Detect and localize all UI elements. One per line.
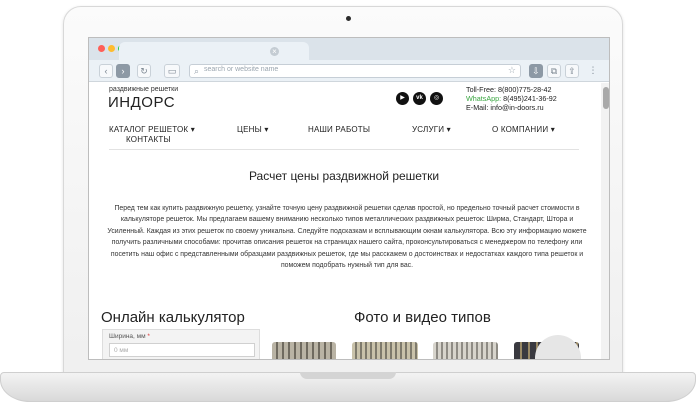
- email-contact[interactable]: E-Mail: info@in-doors.ru: [466, 103, 557, 112]
- nav-about[interactable]: О КОМПАНИИ ▾: [492, 125, 555, 134]
- address-bar[interactable]: ⌕ search or website name ☆: [189, 64, 521, 78]
- browser-tab[interactable]: ×: [119, 42, 309, 60]
- contact-block: Toll-Free: 8(800)775-28-42 WhatsApp: 8(4…: [466, 85, 557, 112]
- page-title: Расчет цены раздвижной решетки: [248, 169, 440, 183]
- close-tab-icon[interactable]: ×: [270, 47, 279, 56]
- width-label: Ширина, мм *: [109, 333, 150, 340]
- nav-services[interactable]: УСЛУГИ ▾: [412, 125, 451, 134]
- brand-logo[interactable]: ИНДОРС: [108, 94, 175, 111]
- more-menu-icon[interactable]: ⋮: [586, 64, 600, 78]
- vk-icon[interactable]: vk: [413, 92, 426, 105]
- laptop-notch: [300, 372, 396, 379]
- gallery-title: Фото и видео типов: [354, 309, 491, 326]
- address-placeholder: search or website name: [204, 66, 279, 73]
- gallery-thumbnail[interactable]: [272, 342, 336, 359]
- nav-catalog[interactable]: КАТАЛОГ РЕШЕТОК ▾: [109, 125, 195, 134]
- scrollbar-thumb[interactable]: [603, 87, 609, 109]
- toll-free-phone[interactable]: Toll-Free: 8(800)775-28-42: [466, 85, 557, 94]
- gallery-thumbnail[interactable]: [433, 342, 498, 359]
- nav-our-works[interactable]: НАШИ РАБОТЫ: [308, 125, 370, 134]
- width-input[interactable]: 0 мм: [109, 343, 255, 357]
- download-icon[interactable]: ⇩: [529, 64, 543, 78]
- tabs-overview-icon[interactable]: ⧉: [547, 64, 561, 78]
- nav-contacts[interactable]: КОНТАКТЫ: [126, 135, 171, 144]
- width-label-text: Ширина, мм: [109, 333, 146, 340]
- back-icon[interactable]: ‹: [99, 64, 113, 78]
- chat-widget-bubble[interactable]: [535, 335, 581, 359]
- youtube-icon[interactable]: ▶: [396, 92, 409, 105]
- minimize-window-dot[interactable]: [108, 45, 115, 52]
- forward-icon[interactable]: ›: [116, 64, 130, 78]
- gallery-thumbnail[interactable]: [352, 342, 418, 359]
- whatsapp-phone[interactable]: 8(495)241-36-92: [503, 94, 557, 103]
- camera-dot: [346, 16, 351, 21]
- nav-divider: [109, 149, 579, 150]
- page-scrollbar[interactable]: [601, 83, 609, 359]
- tab-strip: ×: [89, 38, 609, 60]
- intro-paragraph: Перед тем как купить раздвижную решетку,…: [107, 205, 587, 270]
- sidebar-icon[interactable]: ▭: [164, 64, 180, 78]
- required-mark: *: [147, 333, 150, 340]
- whatsapp-label: WhatsApp:: [466, 94, 502, 103]
- web-page: раздвижные решетки ИНДОРС ▶ vk ◎ Toll-Fr…: [89, 83, 609, 359]
- browser-toolbar: ‹ › ↻ ▭ ⌕ search or website name ☆ ⇩ ⧉ ⇪…: [89, 60, 609, 82]
- search-icon: ⌕: [194, 66, 200, 76]
- instagram-icon[interactable]: ◎: [430, 92, 443, 105]
- bookmark-star-icon[interactable]: ☆: [508, 65, 516, 76]
- calculator-title: Онлайн калькулятор: [101, 309, 245, 326]
- brand-tagline: раздвижные решетки: [109, 86, 179, 93]
- laptop-screen: × ‹ › ↻ ▭ ⌕ search or website name ☆ ⇩ ⧉…: [88, 37, 610, 360]
- reload-icon[interactable]: ↻: [137, 64, 151, 78]
- share-icon[interactable]: ⇪: [565, 64, 579, 78]
- close-window-dot[interactable]: [98, 45, 105, 52]
- calculator-form: Ширина, мм * 0 мм: [102, 329, 260, 359]
- nav-prices[interactable]: ЦЕНЫ ▾: [237, 125, 269, 134]
